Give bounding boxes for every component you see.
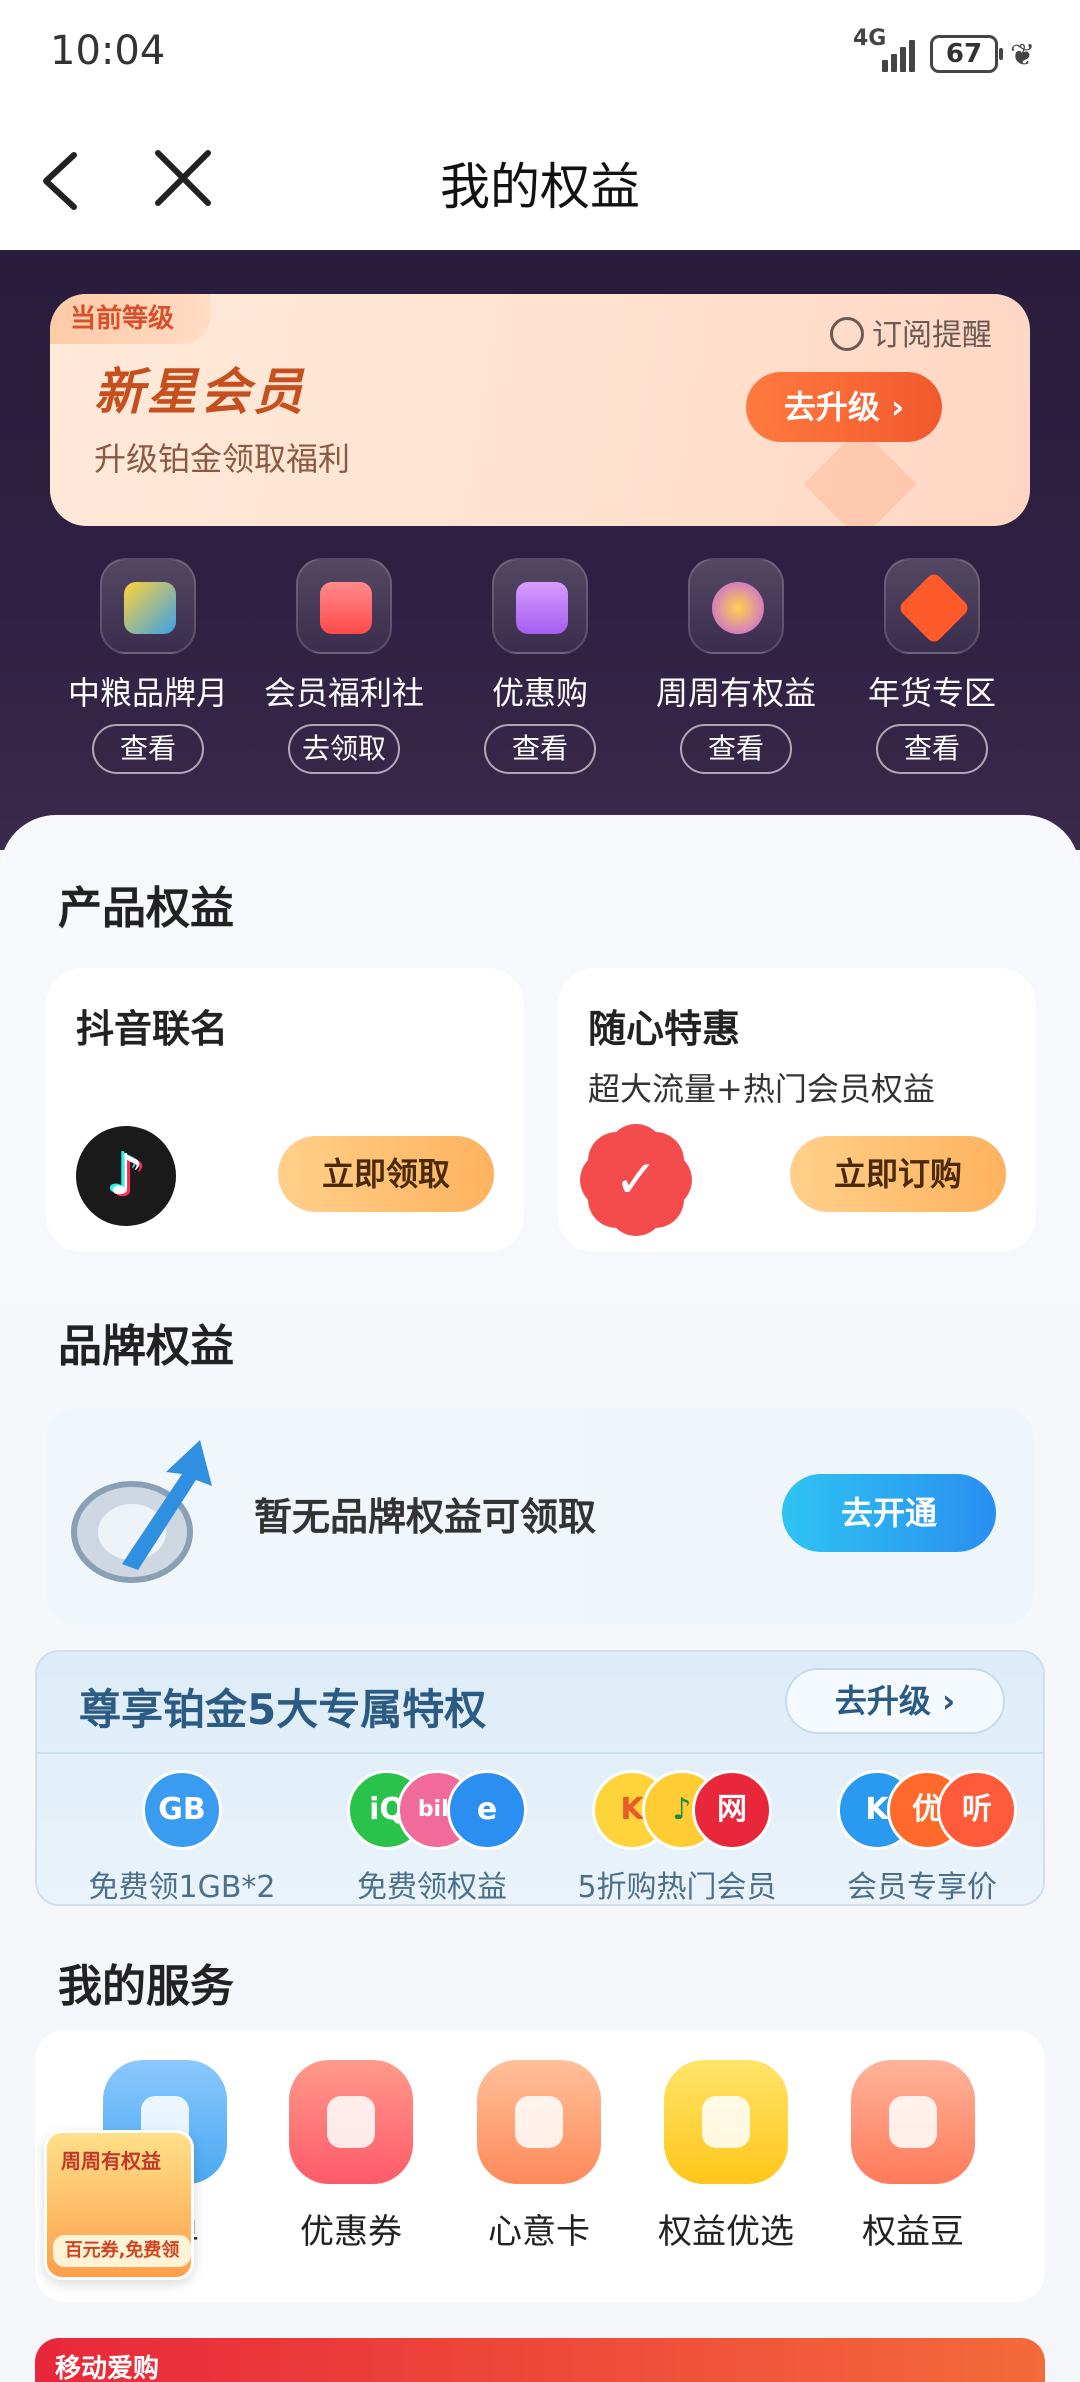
tile-button[interactable]: 去领取	[288, 724, 400, 774]
subscribe-label: 订阅提醒	[872, 318, 992, 353]
service-points[interactable]: 权益豆	[819, 2060, 1007, 2253]
gift-card-icon	[477, 2060, 601, 2184]
selected-rights-icon	[664, 2060, 788, 2184]
page-title: 我的权益	[440, 158, 640, 216]
service-label: 权益优选	[658, 2212, 794, 2252]
service-selected-rights[interactable]: 权益优选	[632, 2060, 820, 2253]
gb-icon: GB	[142, 1770, 222, 1850]
promo-text: 移动爱购	[55, 2354, 160, 2382]
eco-leaf-icon: ❦	[1010, 38, 1036, 73]
tile-label: 会员福利社	[263, 674, 424, 712]
tile-button[interactable]: 查看	[92, 724, 204, 774]
tile-discount[interactable]: 优惠购 查看	[442, 558, 638, 774]
perk-free-data[interactable]: GB 免费领1GB*2	[57, 1762, 307, 1906]
promo-banner[interactable]: 移动爱购	[35, 2338, 1045, 2382]
brand-card: 暂无品牌权益可领取 去开通	[46, 1408, 1034, 1624]
feature-tiles: 中粮品牌月 查看 会员福利社 去领取 优惠购 查看 周周有权益 查看 年货专区 …	[0, 558, 1080, 798]
service-label: 权益豆	[862, 2212, 964, 2252]
status-time: 10:04	[50, 28, 166, 74]
tile-button[interactable]: 查看	[876, 724, 988, 774]
claim-button[interactable]: 立即领取	[278, 1136, 494, 1212]
subscribe-button[interactable]: 立即订购	[790, 1136, 1006, 1212]
tile-weekly[interactable]: 周周有权益 查看	[638, 558, 834, 774]
service-label: 心意卡	[488, 2212, 590, 2252]
new-year-icon	[884, 558, 980, 654]
member-level-card: 当前等级 新星会员 升级铂金领取福利 订阅提醒 去升级 ›	[50, 294, 1030, 526]
tile-label: 周周有权益	[655, 674, 816, 712]
listen-icon: 听	[937, 1770, 1017, 1850]
netease-music-icon: 网	[692, 1770, 772, 1850]
subscribe-reminder[interactable]: 订阅提醒	[830, 310, 992, 354]
upgrade-button[interactable]: 去升级 ›	[746, 372, 942, 442]
points-icon	[851, 2060, 975, 2184]
card-title: 抖音联名	[76, 1007, 229, 1051]
activate-button[interactable]: 去开通	[782, 1474, 996, 1552]
tiktok-icon: ♪	[76, 1126, 176, 1226]
card-subtitle: 超大流量+热门会员权益	[588, 1070, 935, 1108]
service-gift-card[interactable]: 心意卡	[445, 2060, 633, 2253]
eleme-icon: e	[447, 1770, 527, 1850]
perk-label: 会员专享价	[847, 1870, 997, 1905]
level-tag: 当前等级	[50, 294, 210, 344]
tile-label: 中粮品牌月	[67, 674, 228, 712]
perk-half-price[interactable]: K ♪ 网 5折购热门会员	[552, 1762, 802, 1906]
coupon-icon	[289, 2060, 413, 2184]
nav-bar: 我的权益	[0, 115, 1080, 250]
level-subtitle: 升级铂金领取福利	[94, 440, 351, 478]
perk-label: 5折购热门会员	[577, 1870, 777, 1905]
platinum-privileges-card: 尊享铂金5大专属特权 去升级 › GB 免费领1GB*2 iQ bili e 免…	[35, 1650, 1045, 1906]
bell-check-icon	[830, 317, 864, 351]
tile-newyear[interactable]: 年货专区 查看	[834, 558, 1030, 774]
service-coupons[interactable]: 优惠券	[257, 2060, 445, 2253]
gift-icon	[296, 558, 392, 654]
float-badge-title: 周周有权益	[61, 2149, 161, 2173]
check-badge-icon: ✓	[588, 1132, 684, 1228]
perk-label: 免费领权益	[357, 1870, 507, 1905]
perk-label: 免费领1GB*2	[88, 1870, 276, 1905]
service-label: 优惠券	[300, 2212, 402, 2252]
tile-welfare[interactable]: 会员福利社 去领取	[246, 558, 442, 774]
wallet-icon	[492, 558, 588, 654]
battery-icon: 67	[930, 35, 1003, 73]
arrow-logo-icon	[62, 1434, 222, 1594]
signal-icon	[882, 34, 920, 72]
level-name: 新星会员	[94, 363, 306, 421]
status-bar: 10:04 4G 67 ❦	[0, 0, 1080, 115]
brand-empty-text: 暂无品牌权益可领取	[254, 1495, 597, 1539]
tile-button[interactable]: 查看	[484, 724, 596, 774]
brand-section-title: 品牌权益	[58, 1321, 234, 1372]
tile-zhongliang[interactable]: 中粮品牌月 查看	[50, 558, 246, 774]
divider	[37, 1752, 1043, 1754]
tile-label: 年货专区	[867, 674, 996, 712]
coupon-icon	[688, 558, 784, 654]
float-badge-label: 百元券,免费领	[53, 2235, 191, 2267]
special-offer-card[interactable]: 随心特惠 超大流量+热门会员权益 ✓ 立即订购	[558, 968, 1036, 1252]
floating-promo-badge[interactable]: 周周有权益 百元券,免费领	[44, 2130, 194, 2280]
level-decoration	[803, 427, 917, 526]
perk-free-rights[interactable]: iQ bili e 免费领权益	[307, 1762, 557, 1906]
services-section-title: 我的服务	[58, 1961, 234, 2012]
product-section-title: 产品权益	[58, 883, 234, 934]
perk-member-price[interactable]: K 优 听 会员专享价	[797, 1762, 1047, 1906]
douyin-card[interactable]: 抖音联名 ♪ 立即领取	[46, 968, 524, 1252]
cube-icon	[100, 558, 196, 654]
platinum-title: 尊享铂金5大专属特权	[79, 1685, 487, 1734]
tile-label: 优惠购	[491, 674, 588, 712]
tile-button[interactable]: 查看	[680, 724, 792, 774]
hero-section: 当前等级 新星会员 升级铂金领取福利 订阅提醒 去升级 › 中粮品牌月 查看 会…	[0, 250, 1080, 850]
platinum-upgrade-button[interactable]: 去升级 ›	[785, 1668, 1005, 1734]
card-title: 随心特惠	[588, 1007, 741, 1051]
